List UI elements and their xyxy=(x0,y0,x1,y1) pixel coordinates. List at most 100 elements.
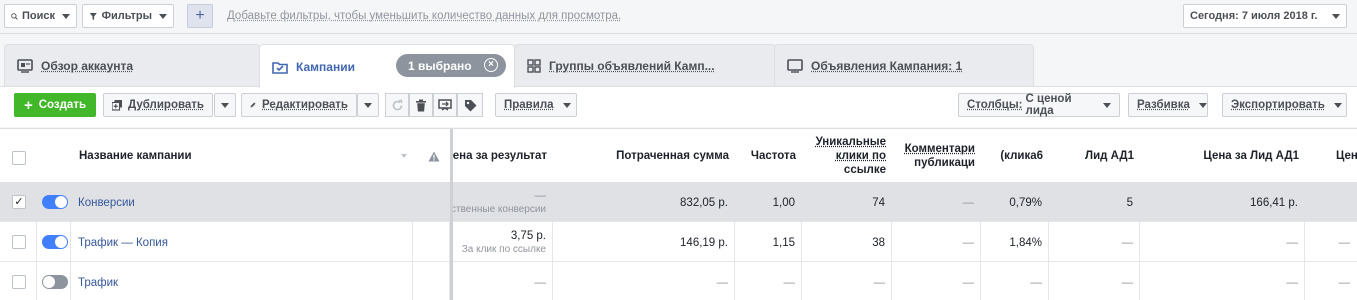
header-label-line: ссылке xyxy=(843,164,886,176)
filter-hint[interactable]: Добавьте фильтры, чтобы уменьшить количе… xyxy=(227,10,621,22)
unique-clicks-value: 74 xyxy=(872,196,885,209)
campaign-name-link[interactable]: Конверсии xyxy=(78,197,406,209)
breakdown-button[interactable]: Разбивка xyxy=(1128,93,1208,117)
date-label: Сегодня: 7 июля 2018 г. xyxy=(1190,10,1318,22)
plus-icon: + xyxy=(23,96,33,114)
chevron-down-icon xyxy=(562,102,571,108)
filter-bar: Поиск Фильтры + Добавьте фильтры, чтобы … xyxy=(0,0,1357,34)
chevron-down-icon xyxy=(364,102,372,108)
row-checkbox[interactable] xyxy=(12,275,26,289)
result-cost-cell: — xyxy=(453,263,553,300)
campaign-toggle[interactable] xyxy=(42,235,68,249)
header-frequency[interactable]: Частота xyxy=(735,129,802,183)
lead-cost-value: 166,41 р. xyxy=(1250,196,1298,209)
toggle-knob xyxy=(43,276,55,288)
tag-button[interactable] xyxy=(457,93,483,117)
duplicate-dropdown[interactable] xyxy=(214,93,236,117)
result-cost-cell: — ственные конверсии xyxy=(453,183,553,222)
ab-test-button[interactable] xyxy=(433,93,457,117)
tab-ads[interactable]: Объявления Кампания: 1 xyxy=(774,44,1034,87)
ctr-value: 0,79% xyxy=(1009,196,1042,209)
clear-selection-icon[interactable]: × xyxy=(484,58,498,72)
header-label-line: клики по xyxy=(835,150,886,162)
comments-value: — xyxy=(962,196,975,209)
campaign-name-link[interactable]: Трафик — Копия xyxy=(78,237,406,249)
result-cost-value: — xyxy=(534,276,547,289)
comments-cell: — xyxy=(892,223,981,262)
create-button[interactable]: + Создать xyxy=(14,93,96,117)
header-spent[interactable]: Потраченная сумма xyxy=(553,129,735,183)
header-unique-clicks[interactable]: Уникальные клики по ссылке xyxy=(802,129,892,183)
chevron-down-icon xyxy=(1103,102,1111,108)
campaign-name-cell[interactable]: Трафик — Копия xyxy=(71,223,413,262)
filters-label: Фильтры xyxy=(101,10,152,22)
lead-cost-cell: 166,41 р. xyxy=(1140,183,1305,222)
unique-clicks-value: — xyxy=(873,276,886,289)
warning-icon xyxy=(428,151,440,161)
lead-cell: — xyxy=(1049,223,1140,262)
chevron-down-icon xyxy=(159,13,167,19)
header-comments[interactable]: Комментари публикаци xyxy=(892,129,981,183)
table-row[interactable]: Трафик — Копия 3,75 р. За клик по ссылке… xyxy=(0,223,1357,262)
columns-prefix: Столбцы: xyxy=(967,99,1023,111)
delete-button[interactable] xyxy=(409,93,433,117)
header-label: Название кампании xyxy=(79,150,192,162)
edit-dropdown[interactable] xyxy=(357,93,379,117)
filters-button[interactable]: Фильтры xyxy=(82,4,174,28)
result-type: ственные конверсии xyxy=(453,204,546,215)
columns-button[interactable]: Столбцы: С ценой лида xyxy=(958,93,1120,117)
chevron-down-icon xyxy=(1333,102,1342,108)
search-button[interactable]: Поиск xyxy=(4,4,77,28)
header-warning[interactable] xyxy=(419,129,449,183)
header-lead-cost[interactable]: Цена за Лид АД1 xyxy=(1140,129,1305,183)
rules-button[interactable]: Правила xyxy=(495,93,577,117)
frozen-column-divider[interactable] xyxy=(450,129,453,300)
unique-clicks-value: 38 xyxy=(872,236,885,249)
header-label-line: публикаци xyxy=(914,157,975,169)
duplicate-label: Дублировать xyxy=(128,99,204,111)
tab-ad-sets[interactable]: Группы объявлений Камп... xyxy=(514,44,776,87)
lead-value: — xyxy=(1121,236,1134,249)
header-label-line: Уникальные xyxy=(815,136,886,148)
tab-account-overview[interactable]: Обзор аккаунта xyxy=(4,44,260,87)
export-button[interactable]: Экспортировать xyxy=(1222,93,1347,117)
header-more[interactable]: Цен xyxy=(1330,129,1357,183)
comments-cell: — xyxy=(892,183,981,222)
selection-pill[interactable]: 1 выбрано × xyxy=(396,54,506,77)
table-row[interactable]: ✓ Конверсии — ственные конверсии 832,05 … xyxy=(0,183,1357,222)
action-toolbar: + Создать Дублировать Редактировать Прав… xyxy=(0,87,1357,127)
refresh-button[interactable] xyxy=(385,93,409,117)
result-cost-value: 3,75 р. xyxy=(510,230,546,242)
header-result-cost[interactable]: Цена за результат xyxy=(453,129,553,183)
select-all-checkbox[interactable] xyxy=(12,151,26,165)
lead-cost-value: — xyxy=(1286,276,1299,289)
campaign-toggle[interactable] xyxy=(42,195,68,209)
header-label: Цена за результат xyxy=(453,150,547,162)
chevron-down-icon xyxy=(1198,102,1207,108)
add-filter-button[interactable]: + xyxy=(187,4,213,28)
row-checkbox[interactable]: ✓ xyxy=(12,195,26,209)
search-label: Поиск xyxy=(21,10,55,22)
tab-label: Обзор аккаунта xyxy=(41,59,134,73)
duplicate-button[interactable]: Дублировать xyxy=(103,93,213,117)
header-label: Частота xyxy=(750,150,796,162)
edit-button[interactable]: Редактировать xyxy=(241,93,357,117)
date-range-button[interactable]: Сегодня: 7 июля 2018 г. xyxy=(1183,4,1347,28)
level-tabs: Обзор аккаунта Кампании Группы объявлени… xyxy=(0,44,1357,88)
more-cell: — xyxy=(1305,223,1357,262)
campaign-toggle[interactable] xyxy=(42,275,68,289)
sort-icon[interactable] xyxy=(401,154,407,158)
spent-value: 146,19 р. xyxy=(680,236,728,249)
campaign-name-cell[interactable]: Конверсии xyxy=(71,183,413,222)
header-lead[interactable]: Лид АД1 xyxy=(1049,129,1140,183)
table-row[interactable]: Трафик — — — — — — — — — xyxy=(0,263,1357,300)
frequency-value: 1,15 xyxy=(772,236,795,249)
toggle-knob xyxy=(55,196,67,208)
header-campaign-name[interactable]: Название кампании xyxy=(73,129,413,183)
account-overview-icon xyxy=(17,59,33,73)
campaign-name-link[interactable]: Трафик xyxy=(78,277,406,289)
ctr-cell: 1,84% xyxy=(981,223,1049,262)
row-checkbox[interactable] xyxy=(12,235,26,249)
campaign-name-cell[interactable]: Трафик xyxy=(71,263,413,300)
header-ctr[interactable]: (клика6 xyxy=(981,129,1049,183)
